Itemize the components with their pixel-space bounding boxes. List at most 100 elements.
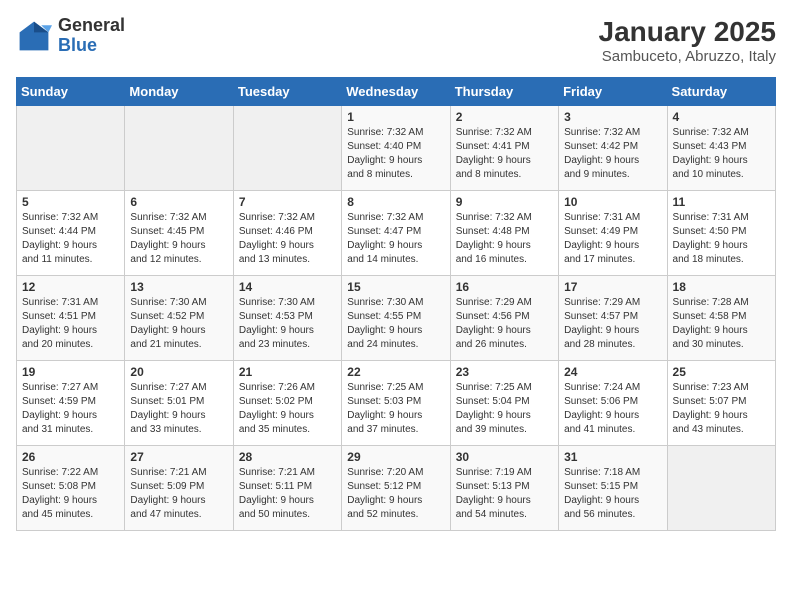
day-info-text: Sunrise: 7:25 AM Sunset: 5:03 PM Dayligh… <box>347 381 444 437</box>
month-year-title: January 2025 <box>599 16 776 48</box>
day-info-text: Sunrise: 7:32 AM Sunset: 4:43 PM Dayligh… <box>673 126 770 182</box>
weekday-header-sunday: Sunday <box>17 78 125 106</box>
calendar-week-row: 12Sunrise: 7:31 AM Sunset: 4:51 PM Dayli… <box>17 276 776 361</box>
weekday-header-wednesday: Wednesday <box>342 78 450 106</box>
calendar-day-26: 26 Sunrise: 7:22 AM Sunset: 5:08 PM Dayli… <box>17 446 125 531</box>
day-info-text: Sunrise: 7:22 AM Sunset: 5:08 PM Dayligh… <box>22 466 119 522</box>
calendar-day-16: 16 Sunrise: 7:29 AM Sunset: 4:56 PM Dayli… <box>450 276 558 361</box>
day-number: 11 <box>673 195 770 209</box>
calendar-day-18: 18Sunrise: 7:28 AM Sunset: 4:58 PM Dayli… <box>667 276 775 361</box>
weekday-header-thursday: Thursday <box>450 78 558 106</box>
day-number: 24 <box>564 365 661 379</box>
day-info-text: Sunrise: 7:32 AM Sunset: 4:48 PM Dayligh… <box>456 211 553 267</box>
day-info-text: Sunrise: 7:26 AM Sunset: 5:02 PM Dayligh… <box>239 381 336 437</box>
day-number: 20 <box>130 365 227 379</box>
calendar-day-3: 3Sunrise: 7:32 AM Sunset: 4:42 PM Daylig… <box>559 106 667 191</box>
calendar-empty-cell <box>233 106 341 191</box>
day-info-text: Sunrise: 7:32 AM Sunset: 4:46 PM Dayligh… <box>239 211 336 267</box>
day-number: 7 <box>239 195 336 209</box>
logo: General Blue <box>16 16 125 56</box>
calendar-day-7: 7 Sunrise: 7:32 AM Sunset: 4:46 PM Daylig… <box>233 191 341 276</box>
calendar-day-31: 31 Sunrise: 7:18 AM Sunset: 5:15 PM Dayli… <box>559 446 667 531</box>
day-number: 3 <box>564 110 661 124</box>
day-number: 9 <box>456 195 553 209</box>
day-info-text: Sunrise: 7:20 AM Sunset: 5:12 PM Dayligh… <box>347 466 444 522</box>
calendar-day-22: 22 Sunrise: 7:25 AM Sunset: 5:03 PM Dayli… <box>342 361 450 446</box>
day-info-text: Sunrise: 7:29 AM Sunset: 4:56 PM Dayligh… <box>456 296 553 352</box>
day-number: 23 <box>456 365 553 379</box>
day-number: 16 <box>456 280 553 294</box>
day-number: 15 <box>347 280 444 294</box>
calendar-day-20: 20Sunrise: 7:27 AM Sunset: 5:01 PM Dayli… <box>125 361 233 446</box>
day-number: 1 <box>347 110 444 124</box>
day-info-text: Sunrise: 7:32 AM Sunset: 4:45 PM Dayligh… <box>130 211 227 267</box>
calendar-week-row: 1 Sunrise: 7:32 AM Sunset: 4:40 PM Daylig… <box>17 106 776 191</box>
day-info-text: Sunrise: 7:31 AM Sunset: 4:50 PM Dayligh… <box>673 211 770 267</box>
calendar-day-11: 11 Sunrise: 7:31 AM Sunset: 4:50 PM Dayli… <box>667 191 775 276</box>
calendar-week-row: 5 Sunrise: 7:32 AM Sunset: 4:44 PM Daylig… <box>17 191 776 276</box>
day-info-text: Sunrise: 7:31 AM Sunset: 4:49 PM Dayligh… <box>564 211 661 267</box>
day-info-text: Sunrise: 7:32 AM Sunset: 4:40 PM Dayligh… <box>347 126 444 182</box>
weekday-header-friday: Friday <box>559 78 667 106</box>
day-number: 31 <box>564 450 661 464</box>
day-info-text: Sunrise: 7:29 AM Sunset: 4:57 PM Dayligh… <box>564 296 661 352</box>
day-info-text: Sunrise: 7:28 AM Sunset: 4:58 PM Dayligh… <box>673 296 770 352</box>
day-info-text: Sunrise: 7:18 AM Sunset: 5:15 PM Dayligh… <box>564 466 661 522</box>
calendar-day-2: 2 Sunrise: 7:32 AM Sunset: 4:41 PM Daylig… <box>450 106 558 191</box>
weekday-header-tuesday: Tuesday <box>233 78 341 106</box>
calendar-day-10: 10 Sunrise: 7:31 AM Sunset: 4:49 PM Dayli… <box>559 191 667 276</box>
calendar-day-28: 28Sunrise: 7:21 AM Sunset: 5:11 PM Dayli… <box>233 446 341 531</box>
day-info-text: Sunrise: 7:25 AM Sunset: 5:04 PM Dayligh… <box>456 381 553 437</box>
day-number: 4 <box>673 110 770 124</box>
day-number: 12 <box>22 280 119 294</box>
calendar-day-13: 13 Sunrise: 7:30 AM Sunset: 4:52 PM Dayli… <box>125 276 233 361</box>
day-info-text: Sunrise: 7:21 AM Sunset: 5:09 PM Dayligh… <box>130 466 227 522</box>
calendar-day-23: 23 Sunrise: 7:25 AM Sunset: 5:04 PM Dayli… <box>450 361 558 446</box>
calendar-week-row: 19 Sunrise: 7:27 AM Sunset: 4:59 PM Dayli… <box>17 361 776 446</box>
calendar-day-27: 27Sunrise: 7:21 AM Sunset: 5:09 PM Dayli… <box>125 446 233 531</box>
calendar-day-9: 9 Sunrise: 7:32 AM Sunset: 4:48 PM Daylig… <box>450 191 558 276</box>
calendar-day-6: 6 Sunrise: 7:32 AM Sunset: 4:45 PM Daylig… <box>125 191 233 276</box>
day-info-text: Sunrise: 7:23 AM Sunset: 5:07 PM Dayligh… <box>673 381 770 437</box>
calendar-day-4: 4 Sunrise: 7:32 AM Sunset: 4:43 PM Daylig… <box>667 106 775 191</box>
calendar-day-8: 8 Sunrise: 7:32 AM Sunset: 4:47 PM Daylig… <box>342 191 450 276</box>
day-number: 26 <box>22 450 119 464</box>
calendar-day-21: 21 Sunrise: 7:26 AM Sunset: 5:02 PM Dayli… <box>233 361 341 446</box>
day-info-text: Sunrise: 7:32 AM Sunset: 4:44 PM Dayligh… <box>22 211 119 267</box>
day-info-text: Sunrise: 7:19 AM Sunset: 5:13 PM Dayligh… <box>456 466 553 522</box>
day-info-text: Sunrise: 7:27 AM Sunset: 4:59 PM Dayligh… <box>22 381 119 437</box>
day-number: 25 <box>673 365 770 379</box>
day-number: 6 <box>130 195 227 209</box>
calendar-table: SundayMondayTuesdayWednesdayThursdayFrid… <box>16 77 776 531</box>
day-number: 22 <box>347 365 444 379</box>
title-block: January 2025 Sambuceto, Abruzzo, Italy <box>599 16 776 65</box>
logo-text: General Blue <box>58 16 125 56</box>
calendar-day-29: 29Sunrise: 7:20 AM Sunset: 5:12 PM Dayli… <box>342 446 450 531</box>
calendar-day-25: 25 Sunrise: 7:23 AM Sunset: 5:07 PM Dayli… <box>667 361 775 446</box>
day-number: 8 <box>347 195 444 209</box>
day-number: 5 <box>22 195 119 209</box>
day-number: 21 <box>239 365 336 379</box>
page-header: General Blue January 2025 Sambuceto, Abr… <box>16 16 776 65</box>
calendar-header-row: SundayMondayTuesdayWednesdayThursdayFrid… <box>17 78 776 106</box>
calendar-week-row: 26 Sunrise: 7:22 AM Sunset: 5:08 PM Dayli… <box>17 446 776 531</box>
calendar-day-12: 12Sunrise: 7:31 AM Sunset: 4:51 PM Dayli… <box>17 276 125 361</box>
day-info-text: Sunrise: 7:30 AM Sunset: 4:52 PM Dayligh… <box>130 296 227 352</box>
day-number: 13 <box>130 280 227 294</box>
day-info-text: Sunrise: 7:32 AM Sunset: 4:41 PM Dayligh… <box>456 126 553 182</box>
day-number: 30 <box>456 450 553 464</box>
day-number: 10 <box>564 195 661 209</box>
calendar-day-14: 14Sunrise: 7:30 AM Sunset: 4:53 PM Dayli… <box>233 276 341 361</box>
weekday-header-monday: Monday <box>125 78 233 106</box>
logo-general: General <box>58 15 125 35</box>
calendar-day-30: 30 Sunrise: 7:19 AM Sunset: 5:13 PM Dayli… <box>450 446 558 531</box>
day-number: 2 <box>456 110 553 124</box>
calendar-day-5: 5 Sunrise: 7:32 AM Sunset: 4:44 PM Daylig… <box>17 191 125 276</box>
calendar-day-15: 15Sunrise: 7:30 AM Sunset: 4:55 PM Dayli… <box>342 276 450 361</box>
day-info-text: Sunrise: 7:24 AM Sunset: 5:06 PM Dayligh… <box>564 381 661 437</box>
day-info-text: Sunrise: 7:30 AM Sunset: 4:53 PM Dayligh… <box>239 296 336 352</box>
day-info-text: Sunrise: 7:21 AM Sunset: 5:11 PM Dayligh… <box>239 466 336 522</box>
day-info-text: Sunrise: 7:32 AM Sunset: 4:47 PM Dayligh… <box>347 211 444 267</box>
calendar-day-17: 17Sunrise: 7:29 AM Sunset: 4:57 PM Dayli… <box>559 276 667 361</box>
day-number: 19 <box>22 365 119 379</box>
